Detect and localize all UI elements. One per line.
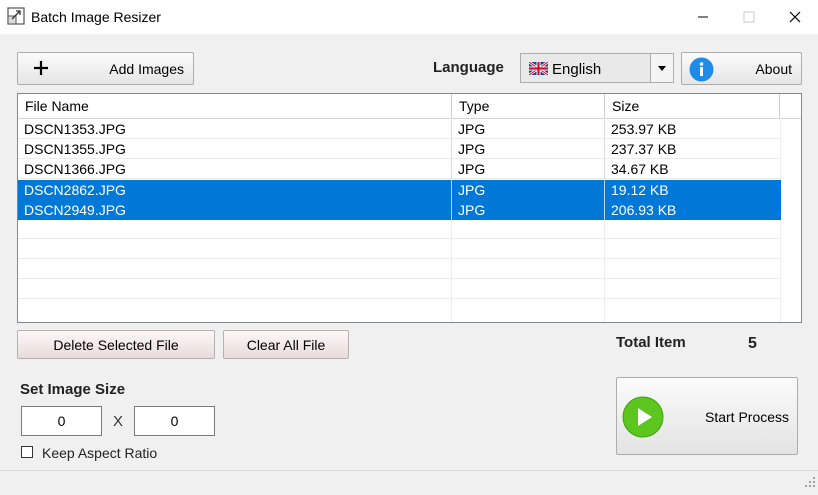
- window-title: Batch Image Resizer: [31, 9, 161, 25]
- table-row-selected[interactable]: DSCN2862.JPG JPG 19.12 KB: [18, 180, 781, 200]
- resize-grip-icon[interactable]: [804, 475, 816, 493]
- cell-type: JPG: [452, 119, 605, 139]
- size-separator: X: [113, 413, 124, 430]
- language-value: English: [552, 61, 602, 78]
- file-list-header: File Name Type Size: [18, 94, 801, 119]
- delete-selected-file-label: Delete Selected File: [53, 336, 179, 353]
- table-row[interactable]: DSCN1353.JPG JPG 253.97 KB: [18, 119, 781, 139]
- add-images-label: Add Images: [109, 61, 184, 77]
- about-button[interactable]: About: [681, 52, 802, 85]
- start-process-label: Start Process: [705, 409, 790, 425]
- maximize-icon: [743, 11, 755, 23]
- cell-size: 19.12 KB: [611, 182, 669, 198]
- dropdown-arrow-icon[interactable]: [650, 54, 673, 82]
- column-header-file-name[interactable]: File Name: [18, 94, 452, 118]
- maximize-button[interactable]: [726, 0, 772, 34]
- set-image-size-label: Set Image Size: [20, 381, 126, 398]
- width-input[interactable]: 0: [21, 406, 102, 436]
- column-header-type[interactable]: Type: [452, 94, 605, 118]
- cell-file-name: DSCN1366.JPG: [18, 159, 452, 179]
- cell-size: 253.97 KB: [611, 121, 677, 137]
- plus-icon: [30, 57, 52, 82]
- height-input[interactable]: 0: [134, 406, 215, 436]
- language-select[interactable]: English: [520, 53, 674, 83]
- app-resize-icon: [7, 7, 25, 25]
- cell-type: JPG: [452, 159, 605, 179]
- cell-type: JPG: [452, 200, 605, 220]
- cell-type: JPG: [452, 139, 605, 159]
- keep-aspect-ratio-checkbox[interactable]: [21, 446, 33, 458]
- uk-flag-icon: [528, 60, 549, 77]
- close-icon: [789, 11, 801, 23]
- file-list[interactable]: File Name Type Size DSCN1353.JPG JPG 253…: [17, 93, 802, 323]
- table-row[interactable]: DSCN1366.JPG JPG 34.67 KB: [18, 159, 781, 179]
- language-label: Language: [433, 59, 504, 76]
- about-label: About: [755, 61, 792, 77]
- table-row[interactable]: DSCN1355.JPG JPG 237.37 KB: [18, 139, 781, 159]
- play-icon: [622, 396, 664, 443]
- keep-aspect-ratio-label[interactable]: Keep Aspect Ratio: [42, 445, 157, 461]
- table-row-selected[interactable]: DSCN2949.JPG JPG 206.93 KB: [18, 200, 781, 220]
- column-header-filler: [780, 94, 801, 118]
- close-button[interactable]: [772, 0, 818, 34]
- status-bar: [0, 470, 818, 495]
- delete-selected-file-button[interactable]: Delete Selected File: [17, 330, 215, 359]
- cell-file-name: DSCN1355.JPG: [18, 139, 452, 159]
- total-item-label: Total Item: [616, 334, 686, 351]
- cell-type: JPG: [452, 180, 605, 200]
- cell-file-name: DSCN2862.JPG: [18, 180, 452, 200]
- start-process-button[interactable]: Start Process: [616, 377, 798, 455]
- cell-file-name: DSCN2949.JPG: [18, 200, 452, 220]
- minimize-button[interactable]: [680, 0, 726, 34]
- cell-file-name: DSCN1353.JPG: [18, 119, 452, 139]
- cell-size: 237.37 KB: [611, 141, 677, 157]
- minimize-icon: [698, 16, 708, 18]
- clear-all-file-button[interactable]: Clear All File: [223, 330, 349, 359]
- clear-all-file-label: Clear All File: [246, 336, 326, 353]
- total-item-value: 5: [748, 335, 757, 352]
- info-icon: [689, 57, 714, 85]
- cell-size: 34.67 KB: [611, 161, 669, 177]
- add-images-button[interactable]: Add Images: [17, 52, 194, 85]
- column-header-size[interactable]: Size: [605, 94, 780, 118]
- title-bar: Batch Image Resizer: [0, 0, 818, 34]
- cell-size: 206.93 KB: [611, 202, 677, 218]
